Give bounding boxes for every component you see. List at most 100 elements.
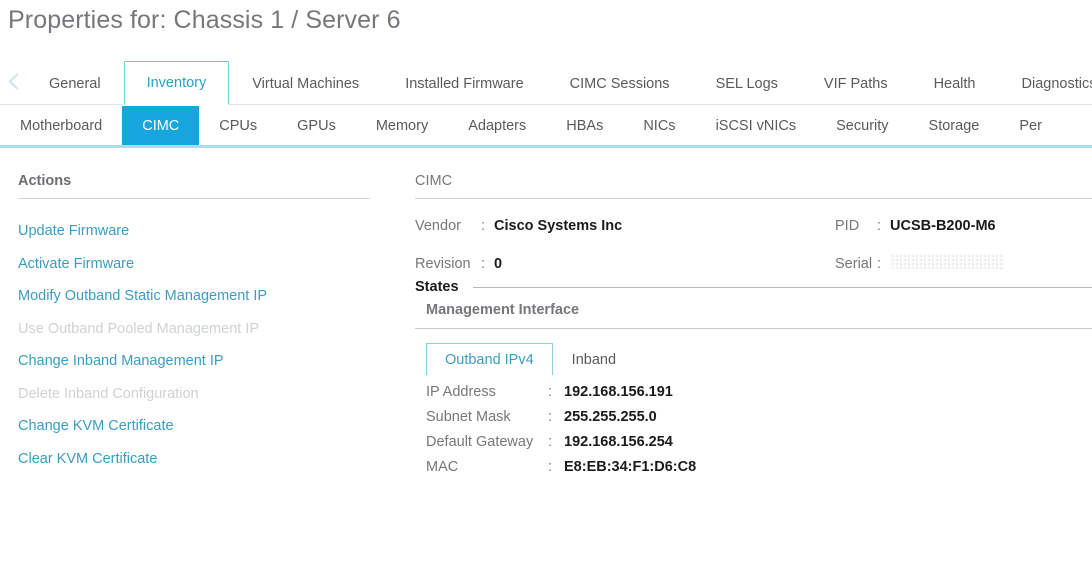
tab-sel-logs-label: SEL Logs [716, 76, 778, 92]
cimc-field-pid: PID : UCSB-B200-M6 [835, 218, 996, 234]
serial-colon: : [873, 256, 890, 272]
vendor-colon: : [477, 218, 494, 234]
subtab-security[interactable]: Security [816, 106, 908, 145]
subnet-mask-label: Subnet Mask [426, 409, 548, 425]
subtab-hbas[interactable]: HBAs [546, 106, 623, 145]
tab-diagnostics[interactable]: Diagnostics [999, 61, 1092, 105]
mac-colon: : [548, 459, 564, 475]
cimc-heading: CIMC [415, 173, 1092, 198]
actions-list: Update Firmware Activate Firmware Modify… [18, 199, 415, 475]
action-delete-inband-configuration: Delete Inband Configuration [18, 378, 415, 411]
subtab-motherboard-label: Motherboard [20, 118, 102, 134]
tab-virtual-machines[interactable]: Virtual Machines [229, 61, 382, 105]
tab-installed-firmware-label: Installed Firmware [405, 76, 523, 92]
states-section: States Management Interface Outband IPv4… [415, 277, 1092, 484]
vendor-label: Vendor [415, 218, 477, 234]
serial-value-redacted [890, 254, 1004, 271]
tab-cimc-sessions-label: CIMC Sessions [570, 76, 670, 92]
cimc-details-panel: CIMC Vendor : Cisco Systems Inc PID : UC… [415, 151, 1092, 484]
ip-address-value: 192.168.156.191 [564, 384, 673, 400]
vendor-value: Cisco Systems Inc [494, 218, 622, 234]
tab-vif-paths[interactable]: VIF Paths [801, 61, 911, 105]
subtab-cimc[interactable]: CIMC [122, 106, 199, 145]
subtab-storage-label: Storage [929, 118, 980, 134]
serial-label: Serial [835, 256, 873, 272]
subtab-storage[interactable]: Storage [909, 106, 1000, 145]
subtab-memory-label: Memory [376, 118, 428, 134]
subtab-security-label: Security [836, 118, 888, 134]
outband-ipv4-details: IP Address : 192.168.156.191 Subnet Mask… [415, 375, 1092, 484]
properties-window: Properties for: Chassis 1 / Server 6 Gen… [0, 0, 1092, 570]
mgmt-tab-outband-ipv4[interactable]: Outband IPv4 [426, 343, 553, 375]
subtab-persistent-memory[interactable]: Per [999, 106, 1062, 145]
action-activate-firmware[interactable]: Activate Firmware [18, 248, 415, 281]
tab-inventory-label: Inventory [147, 75, 207, 91]
subtab-motherboard[interactable]: Motherboard [0, 106, 122, 145]
subtab-iscsi-vnics-label: iSCSI vNICs [716, 118, 797, 134]
action-update-firmware[interactable]: Update Firmware [18, 215, 415, 248]
tab-sel-logs[interactable]: SEL Logs [693, 61, 801, 105]
cimc-field-serial: Serial : [835, 251, 1004, 272]
action-clear-kvm-certificate[interactable]: Clear KVM Certificate [18, 443, 415, 476]
pid-value: UCSB-B200-M6 [890, 218, 996, 234]
mgmt-tab-inband-label: Inband [572, 352, 616, 368]
mac-label: MAC [426, 459, 548, 475]
chevron-left-icon[interactable] [0, 61, 26, 104]
subtab-hbas-label: HBAs [566, 118, 603, 134]
default-gateway-value: 192.168.156.254 [564, 434, 673, 450]
subtab-gpus-label: GPUs [297, 118, 336, 134]
cimc-properties-grid: Vendor : Cisco Systems Inc PID : UCSB-B2… [415, 199, 1092, 277]
action-use-outband-pooled-management-ip: Use Outband Pooled Management IP [18, 313, 415, 346]
cimc-field-vendor: Vendor : Cisco Systems Inc [415, 218, 835, 234]
tab-inventory[interactable]: Inventory [124, 61, 230, 105]
secondary-tabstrip: Motherboard CIMC CPUs GPUs Memory Adapte… [0, 106, 1092, 148]
actions-panel: Actions Update Firmware Activate Firmwar… [0, 151, 415, 475]
pid-label: PID [835, 218, 873, 234]
row-ip-address: IP Address : 192.168.156.191 [426, 384, 1092, 409]
default-gateway-colon: : [548, 434, 564, 450]
action-change-inband-management-ip[interactable]: Change Inband Management IP [18, 345, 415, 378]
subtab-nics-label: NICs [643, 118, 675, 134]
states-header-divider [473, 287, 1092, 288]
management-interface-tabstrip: Outband IPv4 Inband [426, 343, 1092, 375]
cimc-row-revision-serial: Revision : 0 Serial : [415, 251, 1092, 284]
management-interface-subtitle: Management Interface [415, 295, 1092, 318]
row-default-gateway: Default Gateway : 192.168.156.254 [426, 434, 1092, 459]
action-modify-outband-static-management-ip[interactable]: Modify Outband Static Management IP [18, 280, 415, 313]
subtab-cimc-label: CIMC [142, 118, 179, 134]
subtab-adapters-label: Adapters [468, 118, 526, 134]
tab-installed-firmware[interactable]: Installed Firmware [382, 61, 546, 105]
management-interface-divider [415, 328, 1092, 329]
default-gateway-label: Default Gateway [426, 434, 548, 450]
cimc-row-vendor-pid: Vendor : Cisco Systems Inc PID : UCSB-B2… [415, 218, 1092, 251]
tab-cimc-sessions[interactable]: CIMC Sessions [547, 61, 693, 105]
subtab-nics[interactable]: NICs [623, 106, 695, 145]
ip-address-label: IP Address [426, 384, 548, 400]
row-subnet-mask: Subnet Mask : 255.255.255.0 [426, 409, 1092, 434]
pid-colon: : [873, 218, 890, 234]
subtab-cpus[interactable]: CPUs [199, 106, 277, 145]
subtab-persistent-memory-label: Per [1019, 118, 1042, 134]
tab-virtual-machines-label: Virtual Machines [252, 76, 359, 92]
mac-value: E8:EB:34:F1:D6:C8 [564, 459, 696, 475]
cimc-field-revision: Revision : 0 [415, 256, 835, 272]
row-mac: MAC : E8:EB:34:F1:D6:C8 [426, 459, 1092, 484]
subtab-cpus-label: CPUs [219, 118, 257, 134]
actions-heading: Actions [18, 173, 415, 198]
tab-diagnostics-label: Diagnostics [1022, 76, 1092, 92]
revision-label: Revision [415, 256, 477, 272]
tab-general-label: General [49, 76, 101, 92]
revision-colon: : [477, 256, 494, 272]
tab-health-label: Health [934, 76, 976, 92]
subtab-iscsi-vnics[interactable]: iSCSI vNICs [696, 106, 817, 145]
subtab-gpus[interactable]: GPUs [277, 106, 356, 145]
subtab-memory[interactable]: Memory [356, 106, 448, 145]
tab-health[interactable]: Health [911, 61, 999, 105]
mgmt-tab-inband[interactable]: Inband [553, 343, 635, 375]
subnet-mask-value: 255.255.255.0 [564, 409, 657, 425]
mgmt-tab-outband-ipv4-label: Outband IPv4 [445, 352, 534, 368]
subtab-adapters[interactable]: Adapters [448, 106, 546, 145]
action-change-kvm-certificate[interactable]: Change KVM Certificate [18, 410, 415, 443]
primary-tabstrip: General Inventory Virtual Machines Insta… [0, 61, 1092, 105]
tab-general[interactable]: General [26, 61, 124, 105]
